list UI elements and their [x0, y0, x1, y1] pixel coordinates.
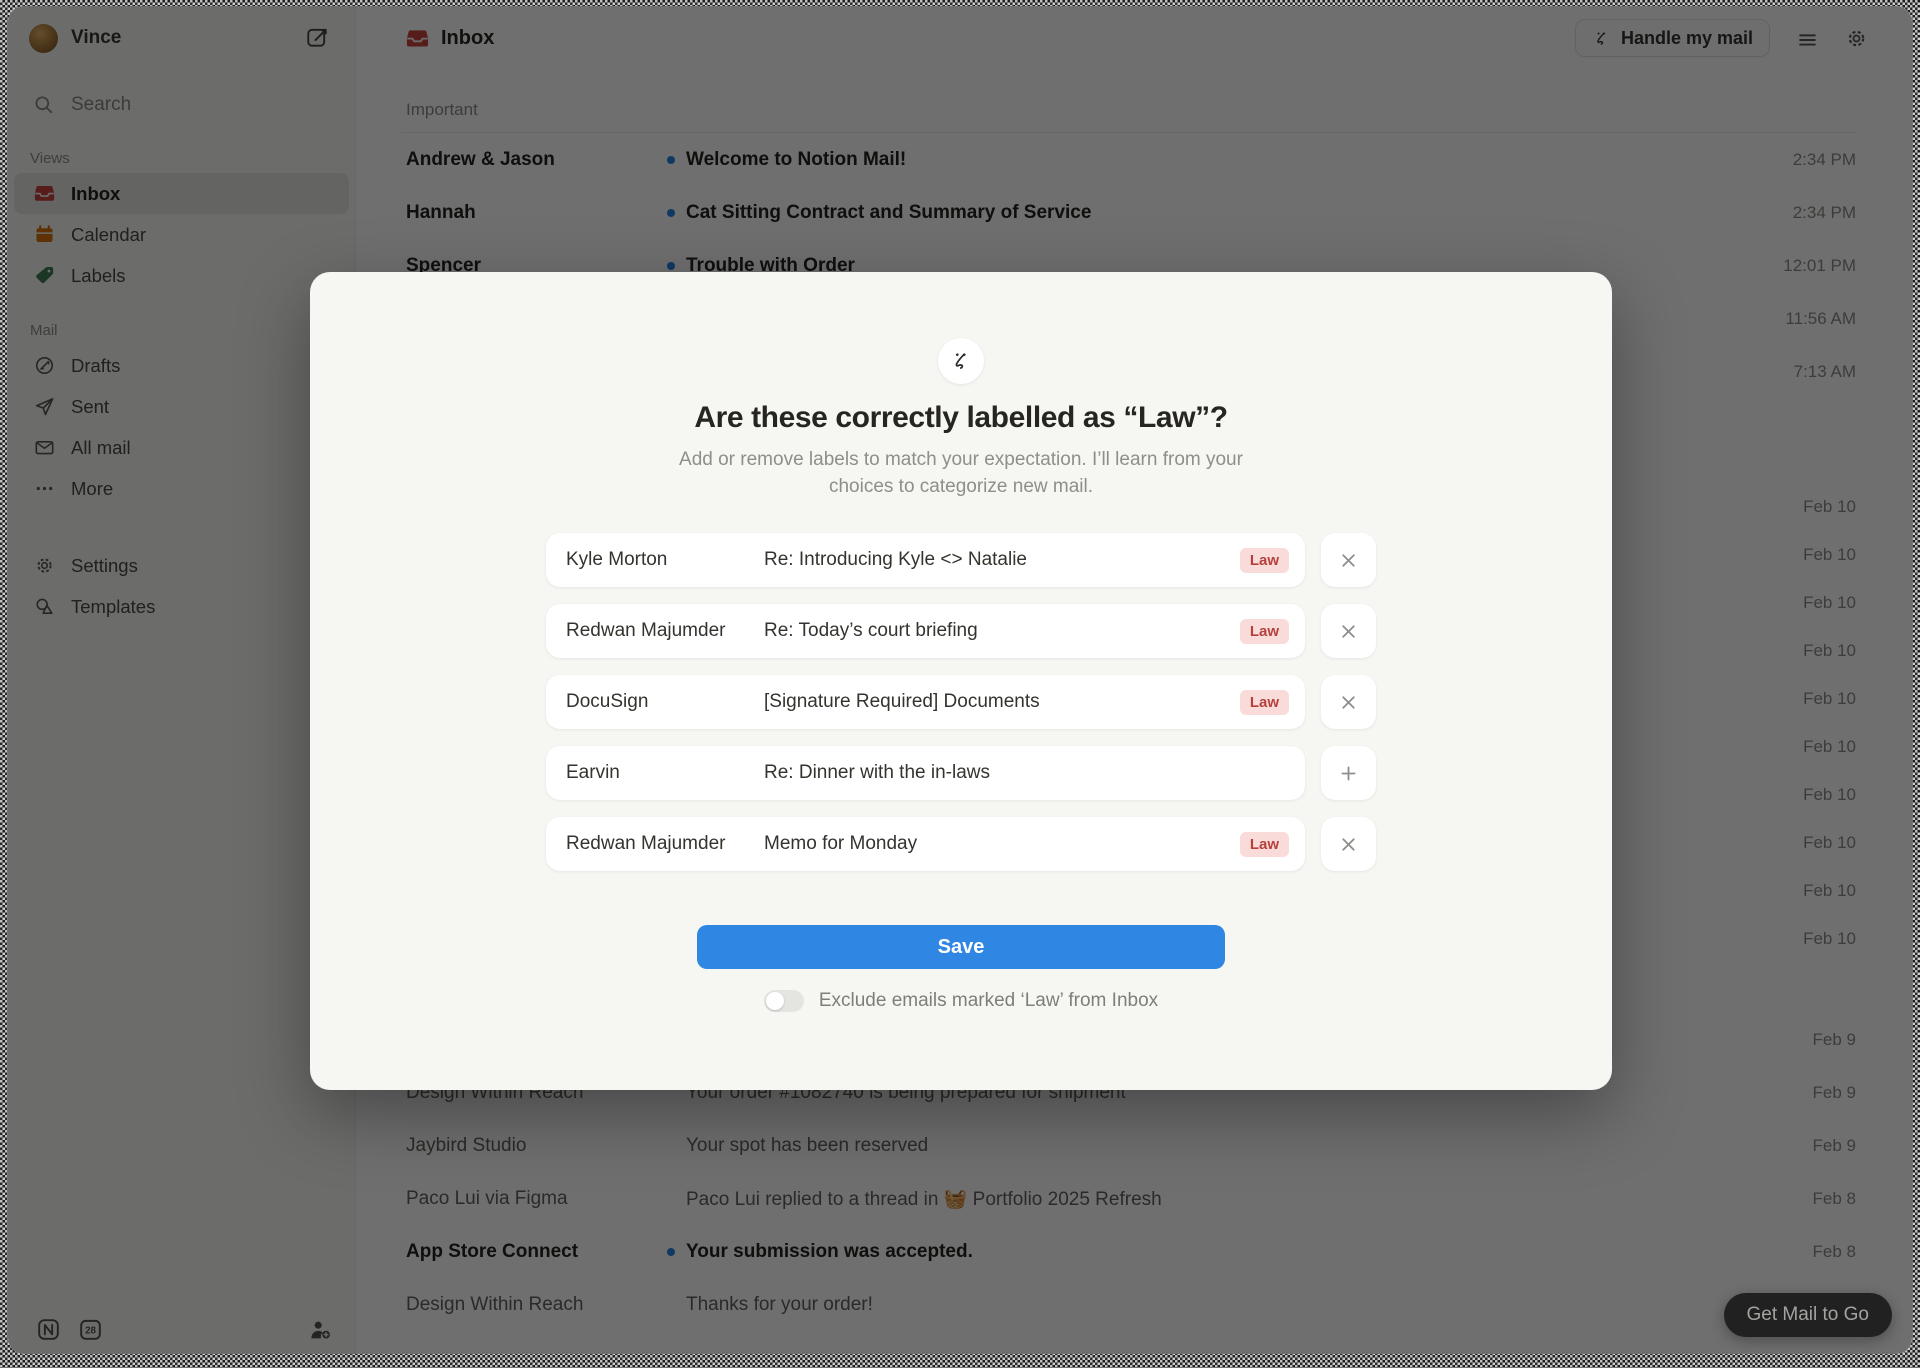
remove-label-button[interactable] — [1321, 817, 1376, 871]
close-icon — [1338, 621, 1359, 642]
card-sender: DocuSign — [566, 691, 764, 713]
modal-email-row: Kyle Morton Re: Introducing Kyle <> Nata… — [546, 533, 1376, 587]
remove-label-button[interactable] — [1321, 604, 1376, 658]
label-badge: Law — [1240, 690, 1289, 715]
card-subject: Re: Introducing Kyle <> Natalie — [764, 549, 1240, 571]
toggle-knob — [766, 992, 784, 1010]
label-badge: Law — [1240, 619, 1289, 644]
app-window: Vince Search ViewsInboxCalendarLabelsMai… — [8, 6, 1912, 1354]
exclude-toggle[interactable] — [764, 990, 804, 1012]
email-card: DocuSign [Signature Required] Documents … — [546, 675, 1305, 729]
exclude-toggle-label: Exclude emails marked ‘Law’ from Inbox — [819, 990, 1158, 1012]
card-subject: [Signature Required] Documents — [764, 691, 1240, 713]
ai-zap-icon — [949, 349, 973, 373]
label-confirmation-modal: Are these correctly labelled as “Law”? A… — [310, 272, 1612, 1090]
card-sender: Redwan Majumder — [566, 620, 764, 642]
desktop-background: Vince Search ViewsInboxCalendarLabelsMai… — [0, 0, 1920, 1368]
email-card: Redwan Majumder Re: Today’s court briefi… — [546, 604, 1305, 658]
add-label-button[interactable] — [1321, 746, 1376, 800]
email-card: Kyle Morton Re: Introducing Kyle <> Nata… — [546, 533, 1305, 587]
modal-subtitle: Add or remove labels to match your expec… — [666, 446, 1256, 500]
modal-email-row: DocuSign [Signature Required] Documents … — [546, 675, 1376, 729]
modal-email-row: Redwan Majumder Re: Today’s court briefi… — [546, 604, 1376, 658]
email-card: Redwan Majumder Memo for Monday Law — [546, 817, 1305, 871]
get-mail-to-go-button[interactable]: Get Mail to Go — [1724, 1293, 1893, 1337]
close-icon — [1338, 550, 1359, 571]
card-sender: Earvin — [566, 762, 764, 784]
save-button[interactable]: Save — [697, 925, 1225, 969]
label-badge: Law — [1240, 832, 1289, 857]
modal-icon-circle — [938, 338, 984, 384]
modal-email-row: Redwan Majumder Memo for Monday Law — [546, 817, 1376, 871]
card-sender: Kyle Morton — [566, 549, 764, 571]
card-sender: Redwan Majumder — [566, 833, 764, 855]
card-subject: Re: Today’s court briefing — [764, 620, 1240, 642]
label-badge: Law — [1240, 548, 1289, 573]
card-subject: Memo for Monday — [764, 833, 1240, 855]
exclude-toggle-row[interactable]: Exclude emails marked ‘Law’ from Inbox — [764, 990, 1158, 1012]
email-card: Earvin Re: Dinner with the in-laws — [546, 746, 1305, 800]
remove-label-button[interactable] — [1321, 533, 1376, 587]
remove-label-button[interactable] — [1321, 675, 1376, 729]
modal-email-row: Earvin Re: Dinner with the in-laws — [546, 746, 1376, 800]
close-icon — [1338, 834, 1359, 855]
plus-icon — [1338, 763, 1359, 784]
card-subject: Re: Dinner with the in-laws — [764, 762, 1289, 784]
close-icon — [1338, 692, 1359, 713]
modal-email-rows: Kyle Morton Re: Introducing Kyle <> Nata… — [546, 533, 1376, 871]
modal-title: Are these correctly labelled as “Law”? — [694, 398, 1227, 438]
